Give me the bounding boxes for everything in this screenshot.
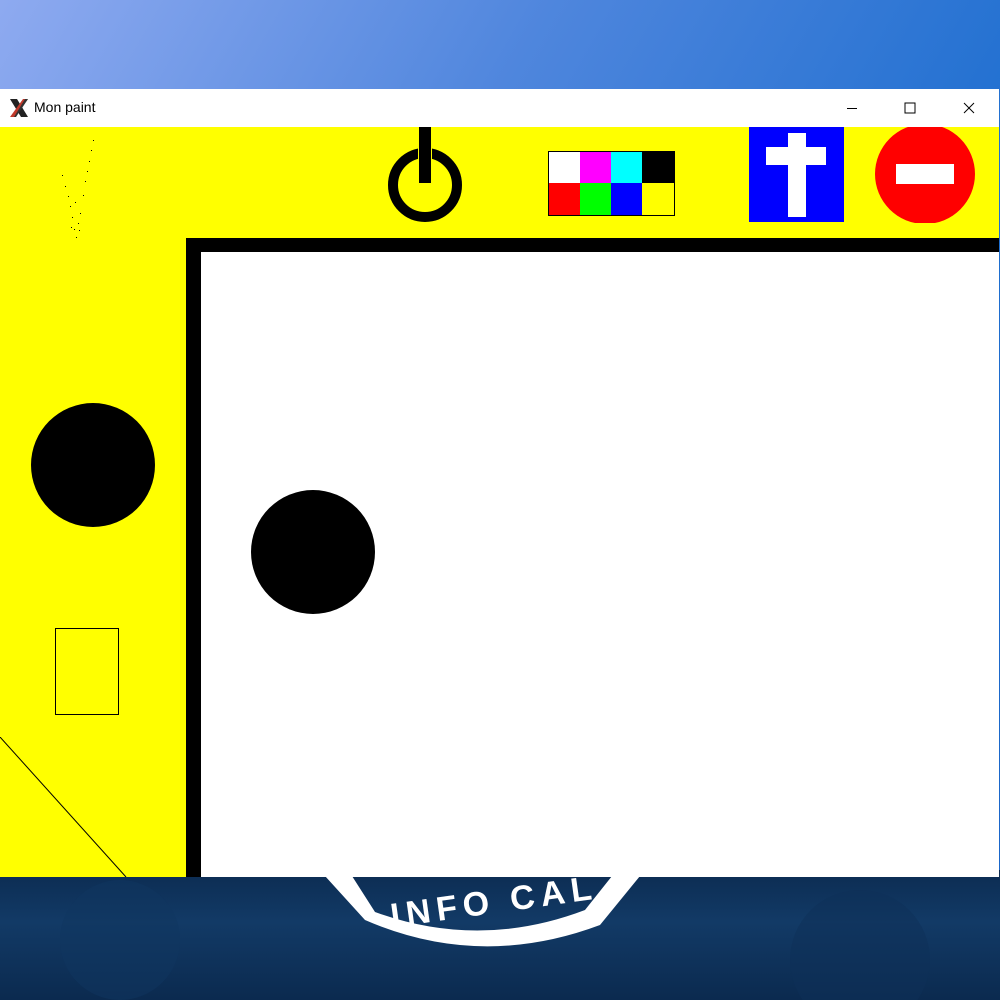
minimize-icon — [847, 108, 857, 109]
minimize-button[interactable] — [823, 89, 881, 127]
close-button[interactable] — [940, 89, 998, 127]
x-app-icon — [10, 99, 28, 117]
desktop-wallpaper: INFO CAL — [0, 870, 1000, 1000]
rectangle-tool-icon[interactable] — [54, 627, 121, 717]
drawing-canvas[interactable] — [201, 252, 999, 877]
maximize-button[interactable] — [881, 89, 939, 127]
color-palette[interactable] — [548, 151, 676, 217]
paint-client-area — [0, 127, 999, 877]
maximize-icon — [904, 102, 916, 114]
palette-white[interactable] — [549, 152, 580, 183]
drawing-canvas-frame — [186, 238, 999, 877]
wallpaper-logo: INFO CAL — [60, 870, 930, 1000]
palette-green[interactable] — [580, 183, 611, 215]
spray-tool-icon[interactable] — [50, 137, 110, 247]
close-icon — [963, 102, 975, 114]
palette-magenta[interactable] — [580, 152, 611, 183]
palette-red[interactable] — [549, 183, 580, 215]
palette-blue[interactable] — [611, 183, 642, 215]
palette-black[interactable] — [642, 152, 674, 183]
circle-tool-icon[interactable] — [30, 402, 158, 530]
no-entry-icon[interactable] — [874, 127, 976, 223]
palette-cyan[interactable] — [611, 152, 642, 183]
palette-yellow[interactable] — [642, 183, 674, 215]
cross-icon[interactable] — [749, 127, 845, 223]
canvas-filled-circle[interactable] — [250, 489, 378, 617]
paint-window: Mon paint — [0, 89, 999, 877]
power-icon[interactable] — [386, 127, 464, 223]
window-title: Mon paint — [34, 99, 96, 115]
title-bar[interactable]: Mon paint — [0, 89, 999, 127]
line-tool-icon[interactable] — [0, 737, 130, 877]
